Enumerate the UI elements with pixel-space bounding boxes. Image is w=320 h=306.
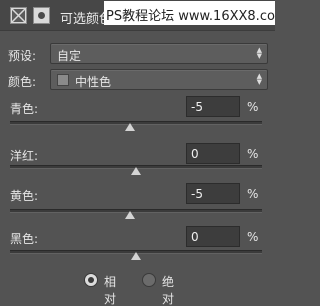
cyan-input[interactable]: -5 (186, 96, 240, 117)
relative-radio[interactable] (84, 273, 98, 287)
yellow-label: 黄色: (10, 189, 39, 203)
black-unit: % (247, 230, 259, 244)
colors-select[interactable]: 中性色 ▲ ▼ (50, 69, 268, 90)
yellow-slider-thumb[interactable] (124, 211, 135, 219)
cyan-unit: % (247, 100, 259, 114)
colors-label: 颜色: (8, 75, 37, 89)
colors-value: 中性色 (75, 75, 112, 89)
cyan-slider-thumb[interactable] (124, 123, 135, 131)
magenta-unit: % (247, 147, 259, 161)
yellow-unit: % (247, 187, 259, 201)
black-label: 黑色: (10, 232, 39, 246)
watermark: PS教程论坛 www.16XX8.com (104, 1, 275, 25)
preset-label: 预设: (8, 49, 37, 63)
preset-value: 自定 (57, 49, 82, 63)
panel-titlebar: 可选颜色 PS教程论坛 www.16XX8.com (0, 0, 275, 31)
absolute-radio[interactable] (142, 273, 156, 287)
layer-mask-icon[interactable] (33, 7, 50, 24)
magenta-slider-thumb[interactable] (131, 167, 141, 175)
color-swatch (57, 74, 69, 86)
absolute-label[interactable]: 绝对 (162, 273, 174, 306)
yellow-input[interactable]: -5 (186, 183, 240, 204)
relative-label[interactable]: 相对 (104, 273, 116, 306)
cyan-slider-track[interactable] (10, 121, 262, 125)
select-arrows-icon: ▲ ▼ (256, 46, 262, 60)
magenta-label: 洋红: (10, 149, 39, 163)
black-slider-thumb[interactable] (131, 252, 141, 260)
cyan-label: 青色: (10, 102, 39, 116)
yellow-slider-track[interactable] (10, 209, 262, 213)
selective-color-adjustment-icon[interactable] (10, 7, 27, 24)
select-arrows-icon: ▲ ▼ (256, 72, 262, 86)
preset-select[interactable]: 自定 ▲ ▼ (50, 43, 268, 64)
magenta-input[interactable]: 0 (186, 143, 240, 164)
black-input[interactable]: 0 (186, 226, 240, 247)
